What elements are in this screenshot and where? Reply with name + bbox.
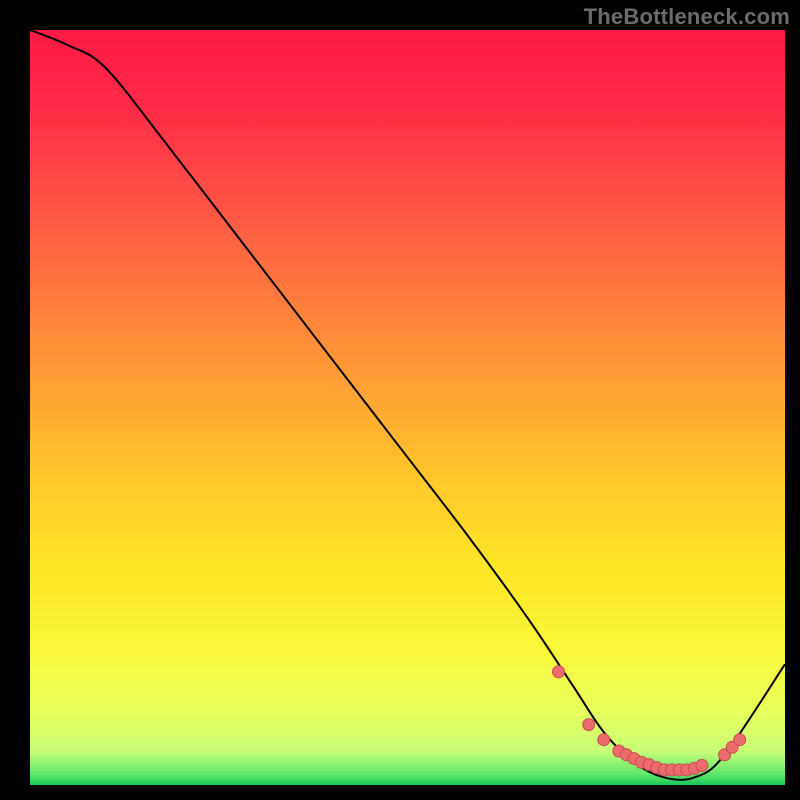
marker-point: [734, 734, 746, 746]
marker-point: [696, 759, 708, 771]
chart-stage: TheBottleneck.com: [0, 0, 800, 800]
marker-point: [598, 734, 610, 746]
marker-point: [553, 666, 565, 678]
marker-point: [583, 719, 595, 731]
bottleneck-chart: [0, 0, 800, 800]
plot-area: [30, 30, 785, 785]
